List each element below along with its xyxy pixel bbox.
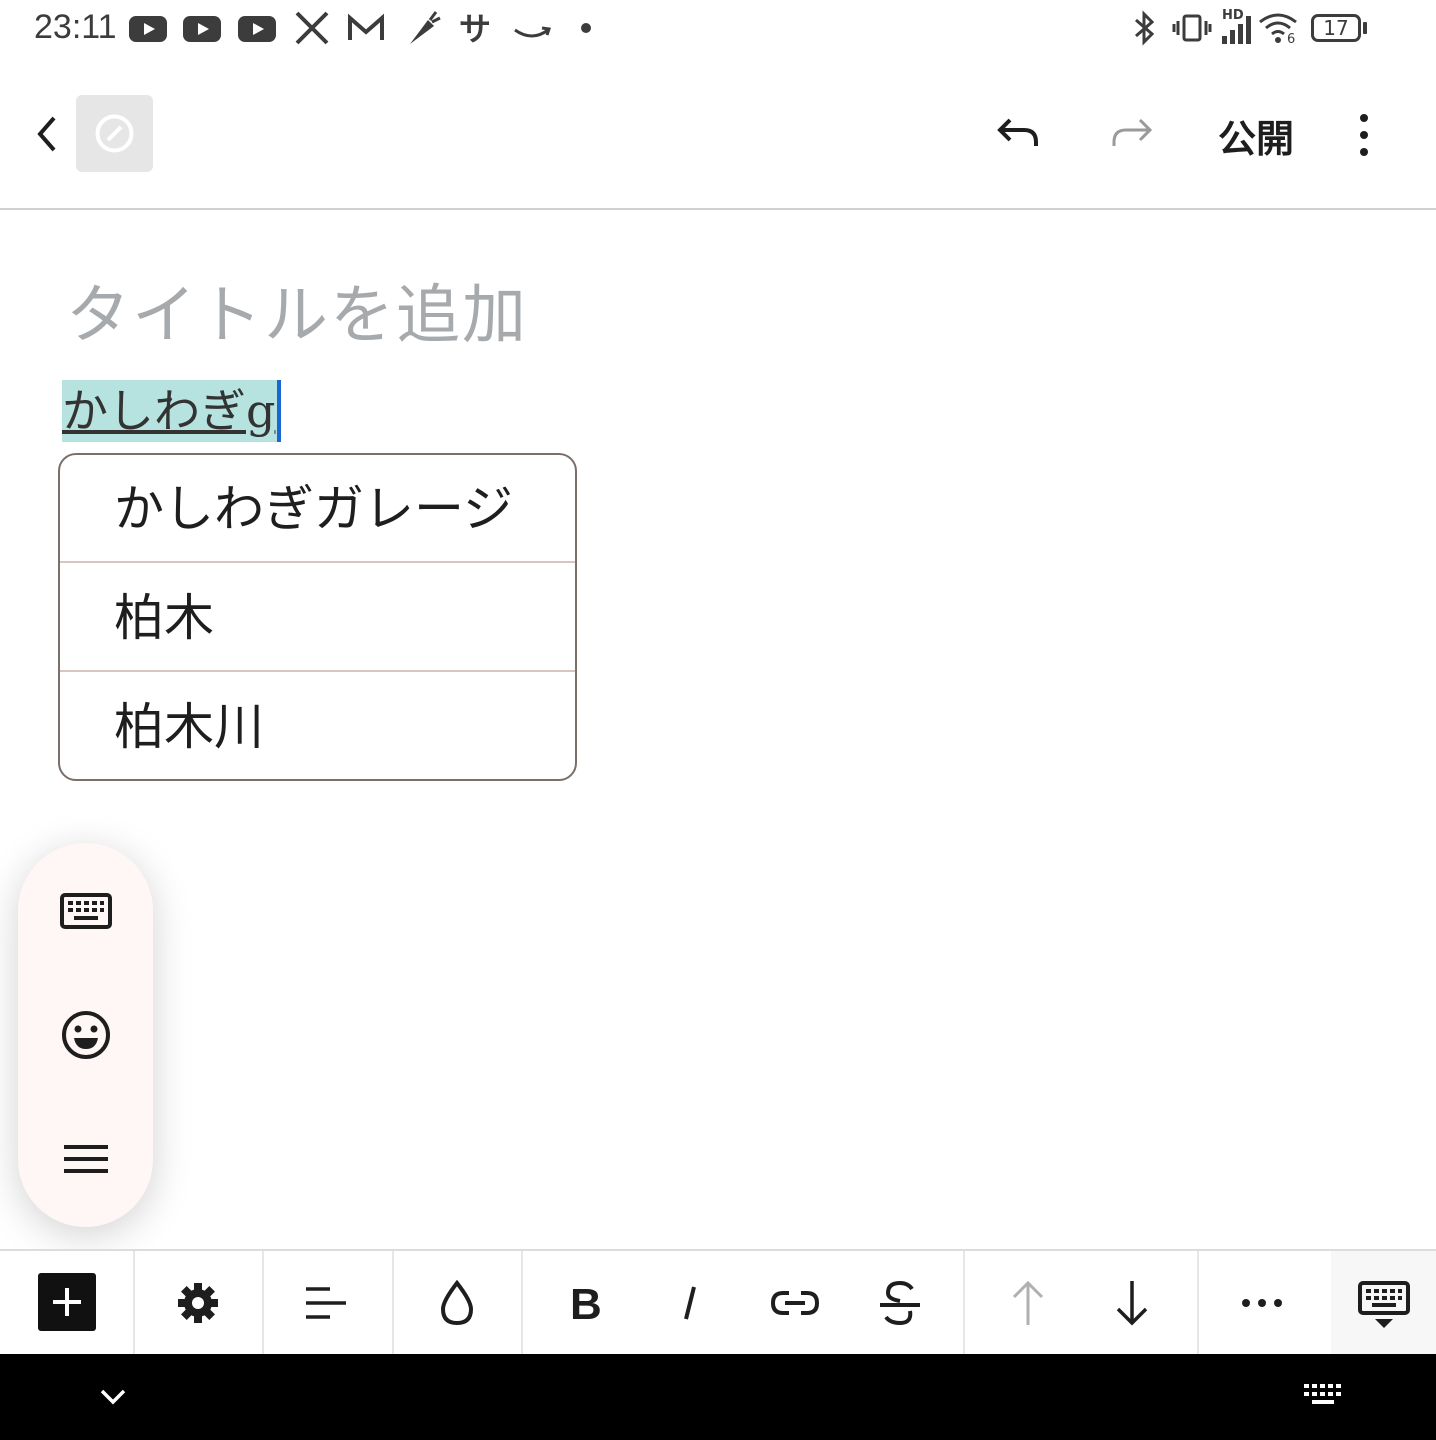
redo-icon[interactable] bbox=[1108, 112, 1156, 156]
toolbar-divider bbox=[963, 1251, 965, 1356]
bluetooth-icon bbox=[1135, 10, 1155, 46]
paragraph-block-composing-text[interactable]: かしわぎg bbox=[62, 380, 282, 442]
battery-level: 17 bbox=[1323, 16, 1349, 40]
more-vertical-icon[interactable] bbox=[1344, 110, 1384, 160]
more-horizontal-icon[interactable] bbox=[1232, 1273, 1292, 1333]
more-notifications-dot-icon bbox=[581, 23, 591, 33]
italic-icon[interactable] bbox=[660, 1273, 720, 1333]
toolbar-divider bbox=[521, 1251, 523, 1356]
hide-keyboard-button[interactable] bbox=[1331, 1251, 1436, 1354]
bold-icon[interactable]: B bbox=[556, 1273, 616, 1333]
ime-suggestion-popup: かしわぎガレージ 柏木 柏木川 bbox=[58, 453, 577, 781]
app-sa-icon: サ bbox=[459, 10, 491, 46]
gmail-icon bbox=[348, 13, 384, 40]
battery-tip bbox=[1363, 22, 1367, 34]
toolbar-divider bbox=[133, 1251, 135, 1356]
toolbar-divider bbox=[392, 1251, 394, 1356]
move-down-arrow-icon[interactable] bbox=[1102, 1273, 1162, 1333]
editor-top-toolbar: 公開 bbox=[0, 60, 1436, 210]
youtube-icon bbox=[183, 16, 221, 42]
amazon-icon bbox=[514, 26, 551, 38]
toolbar-divider bbox=[1197, 1251, 1199, 1356]
status-time: 23:11 bbox=[34, 8, 117, 46]
back-chevron-icon[interactable] bbox=[28, 112, 68, 156]
keyboard-switcher-icon[interactable] bbox=[1302, 1380, 1346, 1414]
x-logo-icon bbox=[295, 11, 329, 45]
carrot-icon bbox=[410, 11, 441, 44]
status-bar: 23:11 サ HD 6 17 bbox=[0, 0, 1436, 60]
plus-icon bbox=[53, 1288, 81, 1316]
undo-icon[interactable] bbox=[994, 112, 1042, 156]
text-color-drop-icon[interactable] bbox=[427, 1273, 487, 1333]
svg-text:サ: サ bbox=[459, 10, 491, 46]
emoji-icon[interactable] bbox=[58, 1007, 114, 1063]
youtube-icon bbox=[238, 16, 276, 42]
vibrate-icon bbox=[1172, 14, 1212, 42]
nav-collapse-chevron-icon[interactable] bbox=[96, 1380, 130, 1414]
post-title-input[interactable]: タイトルを追加 bbox=[66, 264, 528, 356]
site-icon-button[interactable] bbox=[76, 95, 153, 172]
keyboard-hide-icon bbox=[1358, 1281, 1410, 1328]
wifi-6-badge: 6 bbox=[1287, 32, 1296, 47]
floating-keyboard-tools bbox=[18, 843, 153, 1227]
block-format-toolbar: B bbox=[0, 1249, 1436, 1356]
gear-icon[interactable] bbox=[168, 1273, 228, 1333]
cell-signal-icon bbox=[1222, 16, 1251, 44]
move-up-arrow-icon[interactable] bbox=[998, 1273, 1058, 1333]
menu-icon[interactable] bbox=[58, 1131, 114, 1187]
compass-icon bbox=[95, 114, 134, 153]
toolbar-divider bbox=[262, 1251, 264, 1356]
keyboard-icon[interactable] bbox=[58, 883, 114, 939]
suggestion-item[interactable]: 柏木 bbox=[60, 564, 575, 672]
link-icon[interactable] bbox=[765, 1273, 825, 1333]
publish-button[interactable]: 公開 bbox=[1218, 108, 1294, 163]
svg-text:B: B bbox=[570, 1280, 602, 1329]
align-left-icon[interactable] bbox=[296, 1273, 356, 1333]
battery-icon: 17 bbox=[1311, 14, 1361, 42]
system-navigation-bar bbox=[0, 1354, 1436, 1440]
text-cursor bbox=[277, 380, 281, 442]
strikethrough-icon[interactable] bbox=[870, 1273, 930, 1333]
suggestion-item[interactable]: 柏木川 bbox=[60, 673, 575, 779]
add-block-button[interactable] bbox=[38, 1273, 96, 1331]
suggestion-item[interactable]: かしわぎガレージ bbox=[60, 455, 575, 563]
youtube-icon bbox=[129, 16, 167, 42]
